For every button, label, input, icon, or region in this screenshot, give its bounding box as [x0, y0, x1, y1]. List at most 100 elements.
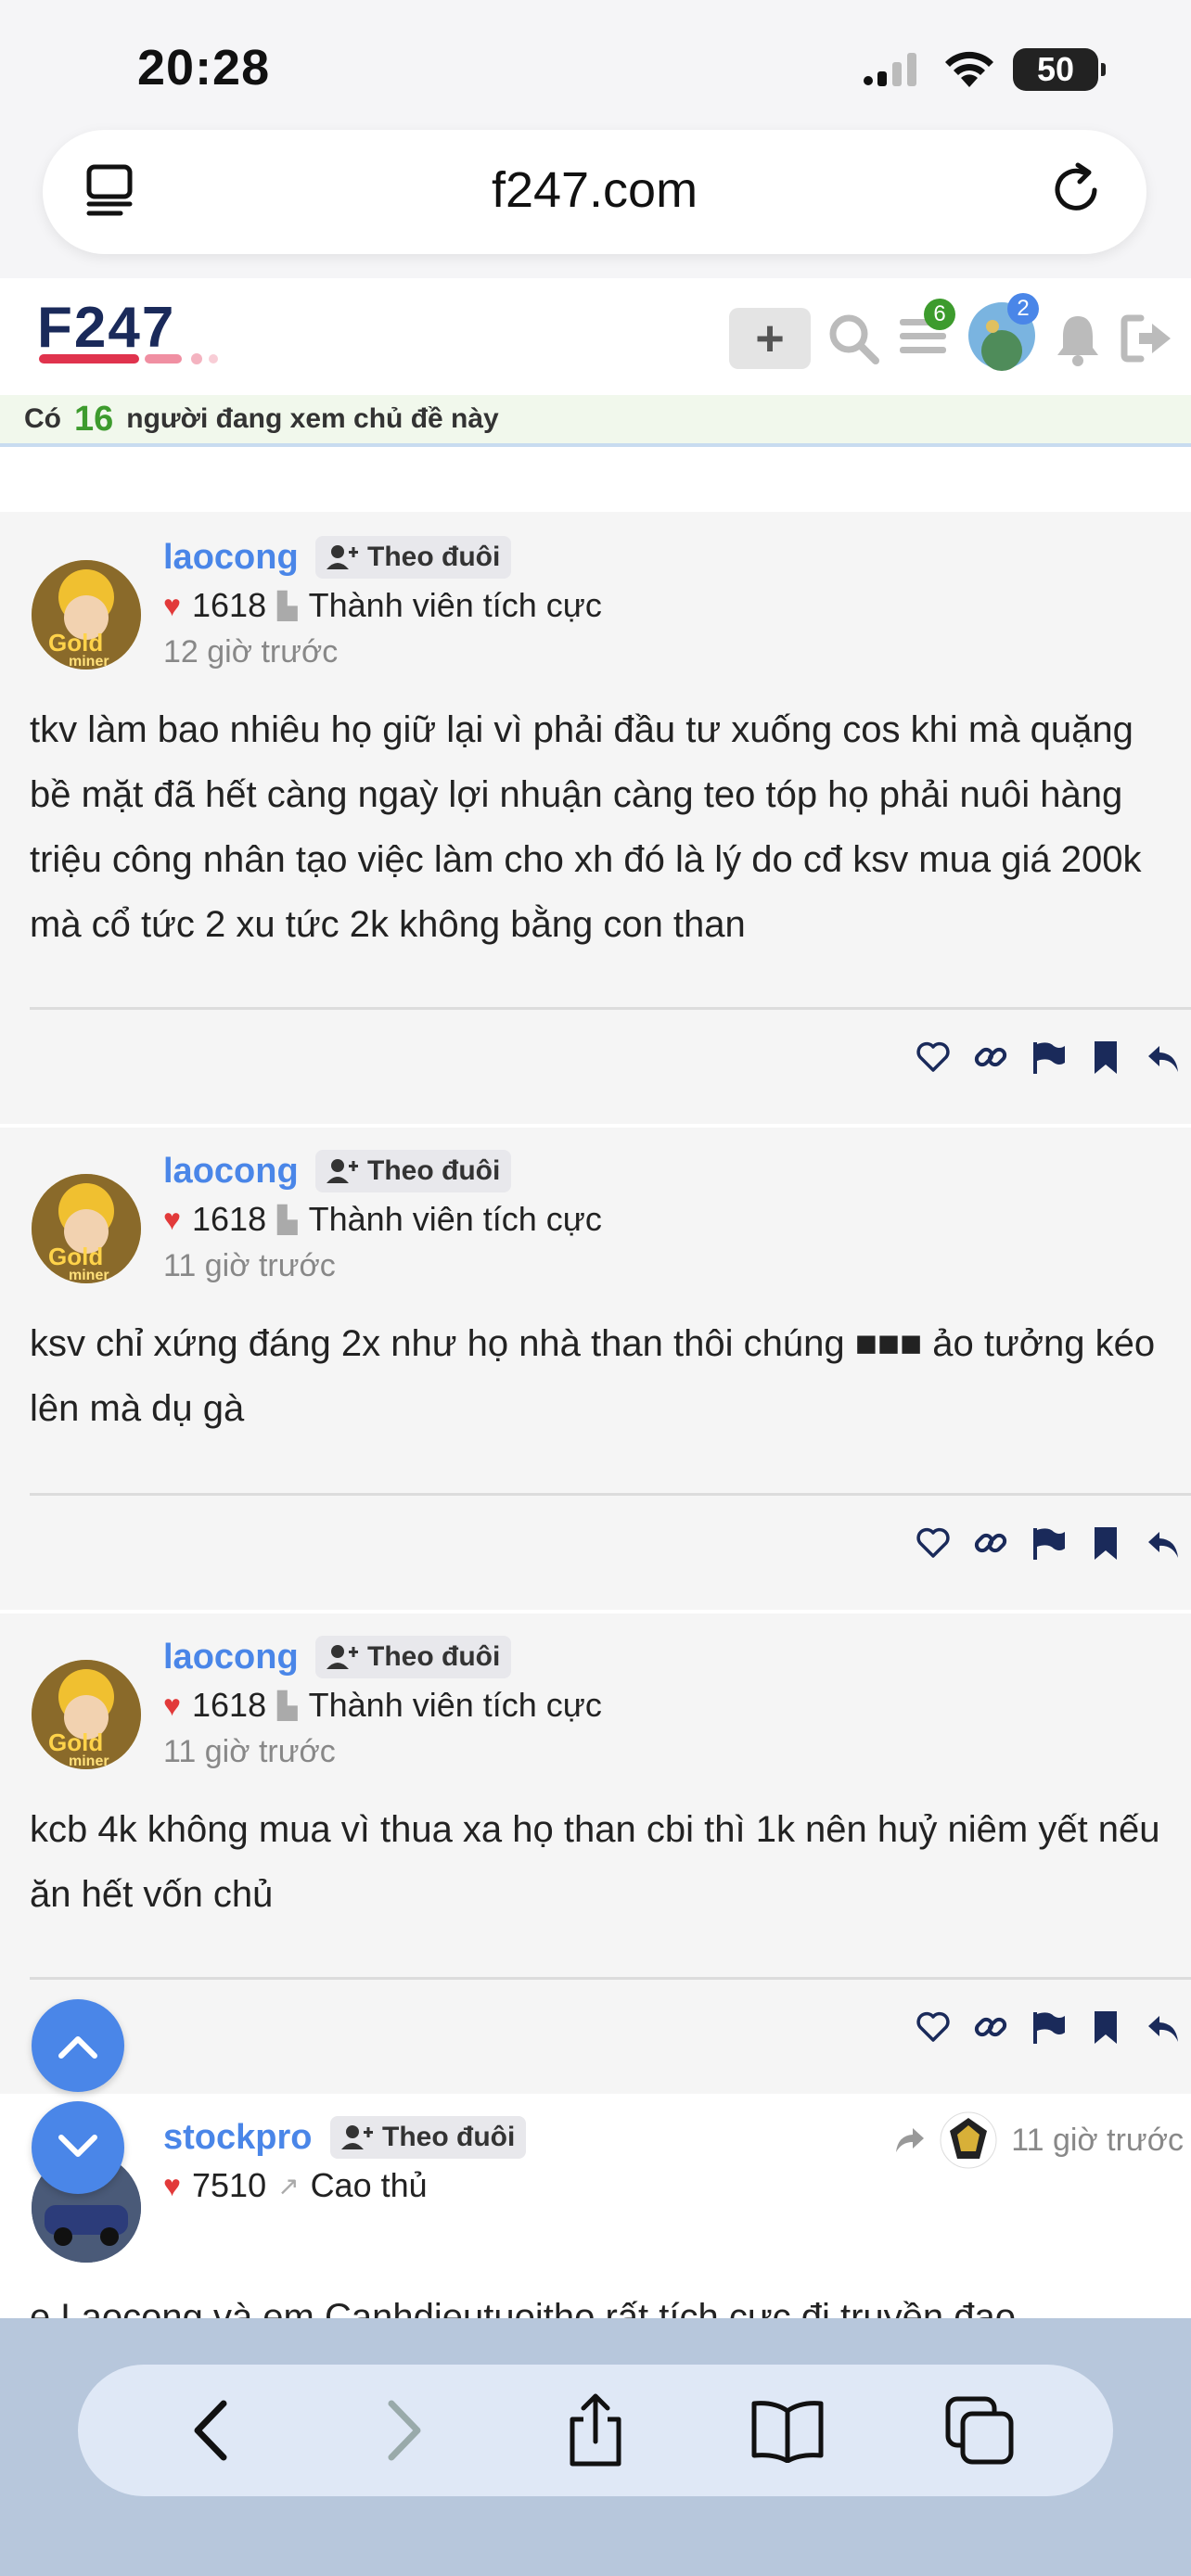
bookmark-icon[interactable] — [1087, 2009, 1124, 2046]
address-bar[interactable]: f247.com — [43, 130, 1146, 254]
forward-arrow-icon — [388, 2400, 421, 2461]
avatar[interactable]: Gold miner — [32, 1660, 141, 1769]
post-item: stockpro Theo đuôi ♥ 7510 ↗ Cao thủ 11 g… — [0, 2094, 1191, 2338]
avatar[interactable]: Gold miner — [32, 560, 141, 670]
toolbar-pill — [78, 2365, 1113, 2496]
tabs-button[interactable] — [933, 2384, 1026, 2477]
status-icons: 50 — [863, 48, 1106, 91]
likes-count: 7510 — [192, 2166, 267, 2204]
reply-to-avatar[interactable] — [939, 2111, 998, 2170]
logout-icon[interactable] — [1119, 311, 1174, 366]
book-icon — [751, 2401, 824, 2463]
share-arrow-icon — [896, 2128, 925, 2152]
bookmarks-button[interactable] — [741, 2384, 834, 2477]
share-icon — [570, 2393, 621, 2467]
follow-button[interactable]: Theo đuôi — [315, 1150, 512, 1192]
user-rank: Thành viên tích cực — [308, 1200, 602, 1238]
follow-label: Theo đuôi — [367, 542, 501, 572]
follow-button[interactable]: Theo đuôi — [315, 1636, 512, 1678]
user-rank: Cao thủ — [310, 2166, 428, 2204]
scroll-up-button[interactable] — [32, 1999, 124, 2092]
post-gap — [0, 449, 1191, 512]
tabs-icon — [945, 2396, 1014, 2465]
viewers-count: 16 — [74, 399, 114, 439]
reply-icon[interactable] — [1145, 1039, 1182, 1076]
share-button[interactable] — [549, 2384, 642, 2477]
post-body: ksv chỉ xứng đáng 2x như họ nhà than thô… — [30, 1323, 1156, 1429]
post-time[interactable]: 12 giờ trước — [163, 634, 338, 670]
user-stats: ♥ 1618 ▙ Thành viên tích cực — [163, 1200, 602, 1239]
post-actions — [915, 2009, 1182, 2046]
flag-icon[interactable] — [1030, 2009, 1067, 2046]
post-actions — [915, 1524, 1182, 1562]
reload-icon[interactable] — [1048, 161, 1106, 223]
user-avatar[interactable]: 2 — [967, 293, 1039, 376]
post-time[interactable]: 11 giờ trước — [1011, 2123, 1184, 2159]
back-button[interactable] — [165, 2384, 258, 2477]
url-text[interactable]: f247.com — [43, 161, 1146, 219]
post-item: Gold miner laocong Theo đuôi ♥ 1618 ▙ Th… — [0, 512, 1191, 1124]
like-icon[interactable] — [915, 2009, 952, 2046]
bookmark-icon[interactable] — [1087, 1524, 1124, 1562]
likes-count: 1618 — [192, 1686, 267, 1724]
reply-to-meta: 11 giờ trước — [894, 2111, 1184, 2170]
post-body: tkv làm bao nhiêu họ giữ lại vì phải đầu… — [30, 709, 1142, 945]
user-plus-icon — [327, 1159, 358, 1183]
post-username[interactable]: laocong — [163, 1152, 299, 1192]
menu-icon[interactable]: 6 — [896, 299, 955, 368]
site-header: F247 + 6 2 — [0, 278, 1191, 395]
follow-label: Theo đuôi — [382, 2122, 516, 2152]
follow-label: Theo đuôi — [367, 1155, 501, 1186]
user-plus-icon — [327, 545, 358, 569]
post-body: kcb 4k không mua vì thua xa họ than cbi … — [30, 1809, 1160, 1915]
post-username[interactable]: stockpro — [163, 2118, 312, 2158]
trend-icon: ↗ — [277, 2171, 300, 2200]
reply-icon[interactable] — [1145, 1524, 1182, 1562]
rank-icon: ▙ — [277, 591, 298, 620]
forward-button[interactable] — [357, 2384, 450, 2477]
search-icon[interactable] — [826, 311, 881, 366]
rank-icon: ▙ — [277, 1690, 298, 1720]
site-logo[interactable]: F247 — [37, 296, 278, 370]
user-badge: 2 — [1007, 293, 1039, 325]
heart-icon: ♥ — [163, 588, 181, 622]
like-icon[interactable] — [915, 1039, 952, 1076]
reply-icon[interactable] — [1145, 2009, 1182, 2046]
follow-button[interactable]: Theo đuôi — [315, 536, 512, 579]
new-post-button[interactable]: + — [729, 307, 811, 369]
post-username[interactable]: laocong — [163, 538, 299, 578]
scroll-down-button[interactable] — [32, 2101, 124, 2194]
like-icon[interactable] — [915, 1524, 952, 1562]
post-username[interactable]: laocong — [163, 1638, 299, 1677]
cellular-signal-icon — [864, 53, 916, 86]
svg-text:miner: miner — [69, 654, 109, 670]
likes-count: 1618 — [192, 586, 267, 624]
browser-toolbar — [0, 2318, 1191, 2576]
link-icon[interactable] — [972, 2009, 1009, 2046]
avatar[interactable]: Gold miner — [32, 1174, 141, 1283]
bell-icon[interactable] — [1052, 311, 1104, 366]
heart-icon: ♥ — [163, 1688, 181, 1722]
svg-text:Gold: Gold — [48, 629, 103, 657]
flag-icon[interactable] — [1030, 1039, 1067, 1076]
viewers-banner: Có 16 người đang xem chủ đề này — [0, 395, 1191, 447]
post-item: Gold miner laocong Theo đuôi ♥ 1618 ▙ Th… — [0, 1128, 1191, 1610]
svg-text:Gold: Gold — [48, 1243, 103, 1270]
post-divider — [30, 1977, 1191, 1980]
header-actions: + 6 2 — [729, 293, 1174, 376]
svg-text:miner: miner — [69, 1268, 109, 1283]
viewers-prefix: Có — [24, 403, 61, 434]
heart-icon: ♥ — [163, 1202, 181, 1236]
status-time: 20:28 — [137, 40, 271, 96]
user-rank: Thành viên tích cực — [308, 586, 602, 624]
flag-icon[interactable] — [1030, 1524, 1067, 1562]
post-time[interactable]: 11 giờ trước — [163, 1734, 336, 1770]
likes-count: 1618 — [192, 1200, 267, 1238]
post-time[interactable]: 11 giờ trước — [163, 1248, 336, 1284]
menu-badge: 6 — [924, 299, 955, 330]
bookmark-icon[interactable] — [1087, 1039, 1124, 1076]
post-divider — [30, 1493, 1191, 1496]
link-icon[interactable] — [972, 1524, 1009, 1562]
link-icon[interactable] — [972, 1039, 1009, 1076]
follow-button[interactable]: Theo đuôi — [330, 2116, 527, 2159]
